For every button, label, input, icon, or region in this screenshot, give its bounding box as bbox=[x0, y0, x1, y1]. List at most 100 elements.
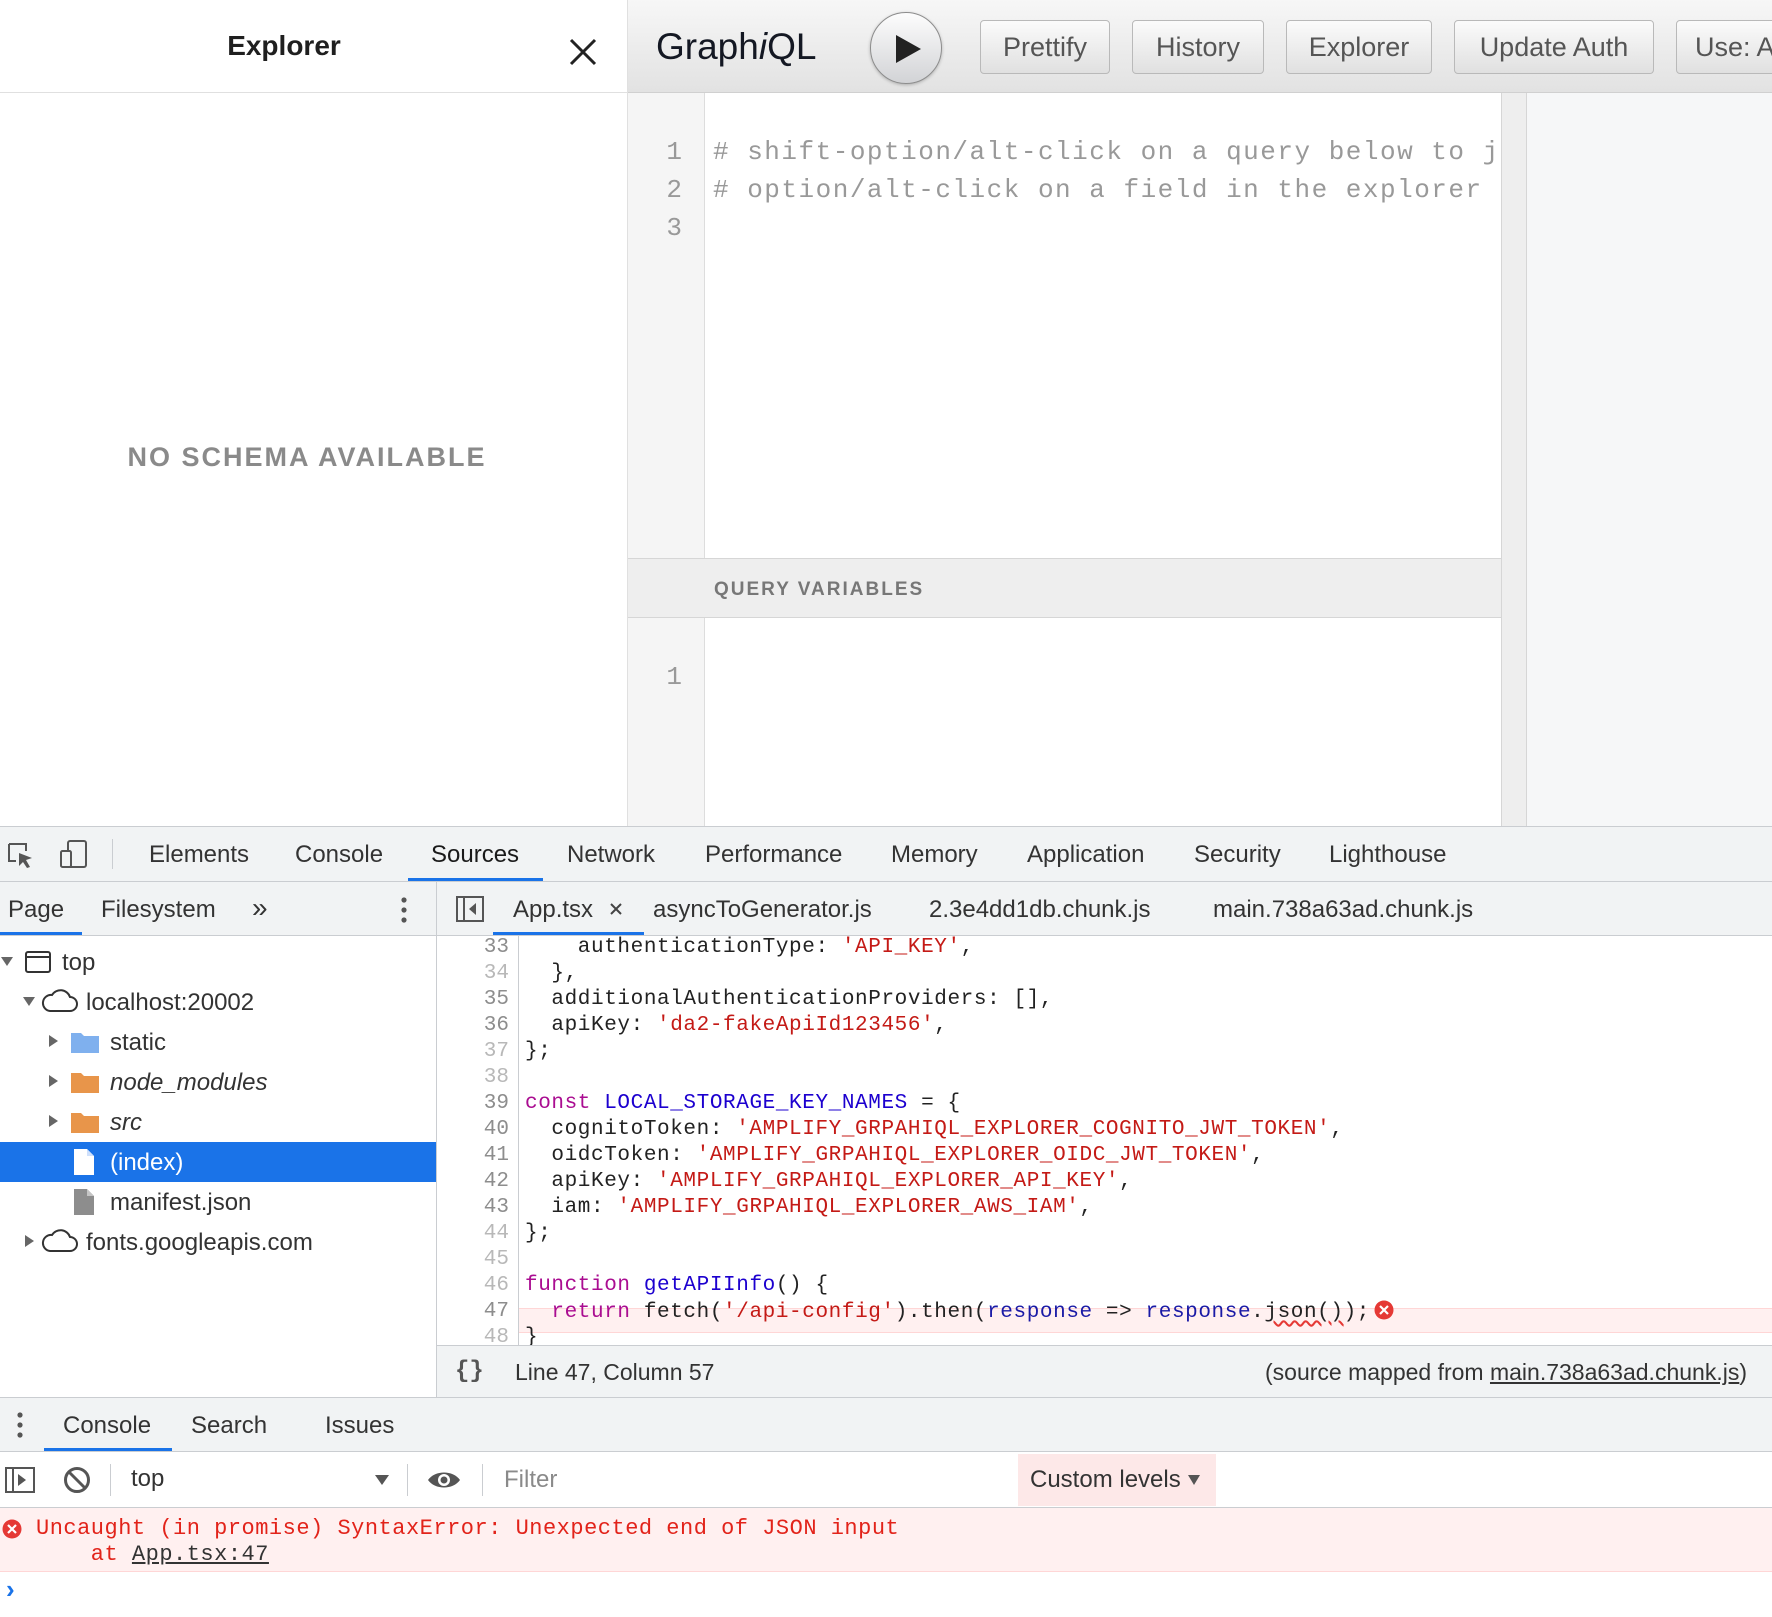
log-levels-dropdown[interactable]: Custom levels bbox=[1018, 1454, 1216, 1506]
tree-item-manifest[interactable]: manifest.json bbox=[0, 1182, 436, 1222]
drawer-tab-console[interactable]: Console bbox=[63, 1412, 151, 1440]
tree-item-fonts-googleapis[interactable]: fonts.googleapis.com bbox=[0, 1222, 436, 1262]
device-toolbar-icon[interactable] bbox=[58, 839, 90, 871]
line-number[interactable]: 43 bbox=[437, 1196, 509, 1219]
context-selector[interactable]: top bbox=[131, 1465, 164, 1493]
play-icon bbox=[896, 35, 921, 63]
tree-item-index[interactable]: (index) bbox=[0, 1142, 436, 1182]
tree-label: static bbox=[110, 1029, 167, 1056]
close-tab-icon[interactable] bbox=[609, 902, 623, 916]
tree-item-top[interactable]: top bbox=[0, 942, 436, 982]
line-number[interactable]: 36 bbox=[437, 1014, 509, 1037]
toggle-navigator-icon[interactable] bbox=[455, 895, 485, 923]
kebab-menu-icon[interactable] bbox=[16, 1411, 24, 1439]
tree-item-static[interactable]: static bbox=[0, 1022, 436, 1062]
code-token: , bbox=[1119, 1170, 1133, 1193]
line-number[interactable]: 48 bbox=[437, 1326, 509, 1345]
more-tabs-icon[interactable]: » bbox=[252, 892, 268, 924]
line-number[interactable]: 47 bbox=[437, 1300, 509, 1323]
cloud-icon bbox=[41, 1229, 78, 1252]
line-number[interactable]: 37 bbox=[437, 1040, 509, 1063]
query-comment-line: # shift-option/alt-click on a query belo… bbox=[713, 137, 1586, 167]
inspect-element-icon[interactable] bbox=[6, 841, 36, 871]
line-number[interactable]: 38 bbox=[437, 1066, 509, 1089]
tab-filesystem[interactable]: Filesystem bbox=[101, 896, 216, 924]
pretty-print-icon[interactable]: {} bbox=[455, 1358, 484, 1385]
line-number[interactable]: 42 bbox=[437, 1170, 509, 1193]
drawer-tab-search[interactable]: Search bbox=[191, 1412, 267, 1440]
code-token: , bbox=[1330, 1118, 1344, 1141]
tab-memory[interactable]: Memory bbox=[891, 841, 978, 869]
tree-label: manifest.json bbox=[110, 1189, 252, 1216]
prettify-button[interactable]: Prettify bbox=[980, 20, 1110, 74]
eye-icon[interactable] bbox=[427, 1468, 461, 1492]
update-auth-button[interactable]: Update Auth bbox=[1454, 20, 1654, 74]
collapsed-triangle-icon[interactable] bbox=[46, 1114, 60, 1128]
folder-icon bbox=[71, 1113, 99, 1133]
console-prompt[interactable]: › bbox=[6, 1574, 15, 1605]
code-string: 'da2-fakeApiId123456' bbox=[657, 1014, 935, 1037]
line-number[interactable]: 35 bbox=[437, 988, 509, 1011]
code-line: additionalAuthenticationProviders: [], bbox=[525, 988, 1054, 1011]
logo-suffix: QL bbox=[767, 26, 817, 67]
source-map-link[interactable]: main.738a63ad.chunk.js bbox=[1490, 1359, 1739, 1385]
line-number[interactable]: 44 bbox=[437, 1222, 509, 1245]
collapsed-triangle-icon[interactable] bbox=[46, 1034, 60, 1048]
tree-item-node-modules[interactable]: node_modules bbox=[0, 1062, 436, 1102]
drawer-tab-issues[interactable]: Issues bbox=[325, 1412, 394, 1440]
history-button[interactable]: History bbox=[1132, 20, 1264, 74]
line-number[interactable]: 39 bbox=[437, 1092, 509, 1115]
line-number[interactable]: 40 bbox=[437, 1118, 509, 1141]
file-tab-chunk-2[interactable]: 2.3e4dd1db.chunk.js bbox=[929, 896, 1151, 924]
execute-query-button[interactable] bbox=[870, 12, 942, 84]
kebab-menu-icon[interactable] bbox=[400, 896, 408, 924]
collapsed-triangle-icon[interactable] bbox=[46, 1074, 60, 1088]
tab-performance[interactable]: Performance bbox=[705, 841, 842, 869]
code-token: authenticationType: bbox=[525, 936, 842, 959]
file-tab-main-chunk[interactable]: main.738a63ad.chunk.js bbox=[1213, 896, 1473, 924]
devtools-panel: Elements Console Sources Network Perform… bbox=[0, 826, 1772, 1617]
line-number[interactable]: 33 bbox=[437, 936, 509, 959]
code-line: const LOCAL_STORAGE_KEY_NAMES = { bbox=[525, 1092, 961, 1115]
tree-item-localhost[interactable]: localhost:20002 bbox=[0, 982, 436, 1022]
chevron-down-icon[interactable] bbox=[374, 1474, 390, 1486]
tab-sources[interactable]: Sources bbox=[431, 841, 519, 869]
close-icon[interactable] bbox=[566, 35, 600, 69]
error-source-link[interactable]: App.tsx:47 bbox=[132, 1542, 269, 1567]
tab-application[interactable]: Application bbox=[1027, 841, 1144, 869]
tab-page[interactable]: Page bbox=[8, 896, 64, 924]
code-editor[interactable]: 33 34 35 36 37 38 39 40 41 42 43 44 45 4… bbox=[437, 936, 1772, 1345]
line-number[interactable]: 45 bbox=[437, 1248, 509, 1271]
divider bbox=[112, 839, 113, 869]
tab-lighthouse[interactable]: Lighthouse bbox=[1329, 841, 1446, 869]
code-line: apiKey: 'AMPLIFY_GRPAHIQL_EXPLORER_API_K… bbox=[525, 1170, 1132, 1193]
folder-icon bbox=[71, 1033, 99, 1053]
file-tab-app-tsx[interactable]: App.tsx bbox=[513, 896, 593, 924]
line-number[interactable]: 41 bbox=[437, 1144, 509, 1167]
query-variables-editor[interactable]: 1 bbox=[628, 618, 1501, 826]
clear-console-icon[interactable] bbox=[62, 1465, 92, 1495]
use-auth-mode-button[interactable]: Use: A bbox=[1676, 20, 1772, 74]
tab-network[interactable]: Network bbox=[567, 841, 655, 869]
tab-security[interactable]: Security bbox=[1194, 841, 1281, 869]
show-sidebar-icon[interactable] bbox=[4, 1465, 36, 1495]
tab-elements[interactable]: Elements bbox=[149, 841, 249, 869]
result-drag-bar[interactable] bbox=[1501, 93, 1527, 826]
collapsed-triangle-icon[interactable] bbox=[22, 1234, 36, 1248]
divider bbox=[407, 1464, 408, 1496]
expanded-triangle-icon[interactable] bbox=[0, 954, 14, 968]
tab-console[interactable]: Console bbox=[295, 841, 383, 869]
explorer-button[interactable]: Explorer bbox=[1286, 20, 1432, 74]
expanded-triangle-icon[interactable] bbox=[22, 994, 36, 1008]
query-variables-header[interactable]: QUERY VARIABLES bbox=[628, 558, 1501, 618]
source-map-prefix: (source mapped from bbox=[1265, 1359, 1490, 1385]
query-editor[interactable]: 1 2 3 # shift-option/alt-click on a quer… bbox=[628, 93, 1584, 558]
tree-item-src[interactable]: src bbox=[0, 1102, 436, 1142]
line-number[interactable]: 34 bbox=[437, 962, 509, 985]
code-definition: getAPIInfo bbox=[630, 1274, 776, 1297]
filter-input[interactable] bbox=[496, 1460, 1012, 1500]
error-icon[interactable] bbox=[1374, 1300, 1394, 1320]
line-number[interactable]: 46 bbox=[437, 1274, 509, 1297]
code-string: 'AMPLIFY_GRPAHIQL_EXPLORER_OIDC_JWT_TOKE… bbox=[696, 1144, 1252, 1167]
file-tab-async-to-generator[interactable]: asyncToGenerator.js bbox=[653, 896, 872, 924]
